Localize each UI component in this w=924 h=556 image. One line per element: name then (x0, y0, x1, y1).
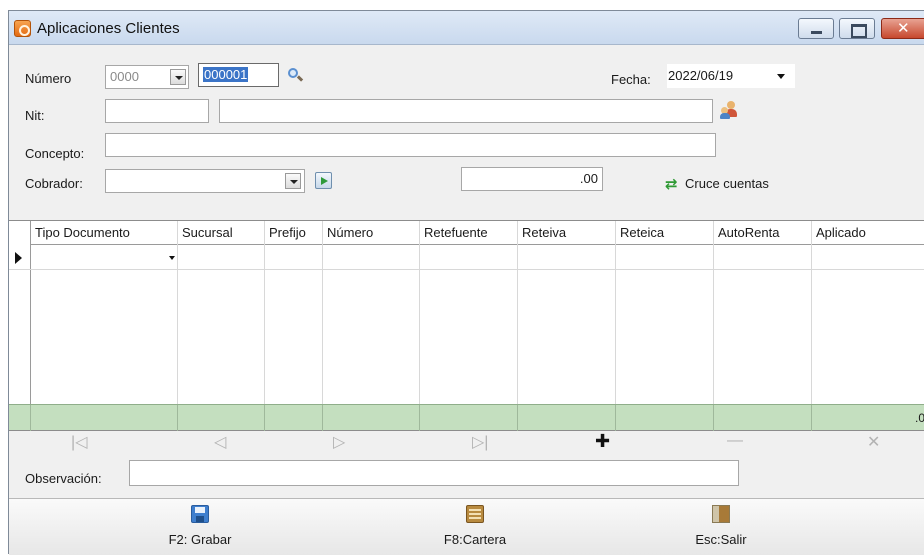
nit-name-input[interactable] (219, 99, 713, 123)
table-row[interactable] (9, 245, 924, 270)
column-header-aplicado[interactable]: Aplicado (812, 221, 924, 245)
exit-label: Esc:Salir (695, 532, 747, 547)
window-title: Aplicaciones Clientes (37, 20, 180, 37)
cancel-edit-icon[interactable]: ✕ (867, 432, 880, 460)
totals-row: .0 (9, 404, 924, 431)
cobrador-combo[interactable] (105, 169, 305, 193)
observacion-input[interactable] (129, 460, 739, 486)
amount-value: .00 (579, 171, 598, 186)
users-icon[interactable] (720, 101, 740, 119)
cartera-button[interactable]: F8:Cartera (420, 499, 530, 556)
export-icon[interactable] (315, 172, 332, 189)
concepto-input[interactable] (105, 133, 716, 157)
numero-prefix-dropdown-icon[interactable] (170, 69, 186, 85)
bottom-toolbar: F2: Grabar F8:Cartera Esc:Salir (9, 498, 924, 555)
observacion-label: Observación: (25, 471, 102, 486)
numero-label: Número (25, 71, 72, 86)
first-record-icon[interactable]: |◁ (71, 432, 87, 460)
cobrador-label: Cobrador: (25, 176, 83, 191)
applications-grid[interactable]: Tipo Documento Sucursal Prefijo Número R… (9, 220, 924, 431)
close-button[interactable] (881, 18, 924, 39)
fecha-label: Fecha: (611, 72, 651, 87)
last-record-icon[interactable]: ▷| (472, 432, 488, 460)
door-icon (712, 505, 730, 523)
cartera-icon (466, 505, 484, 523)
nit-label: Nit: (25, 108, 45, 123)
fecha-picker[interactable]: 2022/06/19 (667, 64, 795, 88)
current-row-icon (15, 252, 22, 264)
minimize-button[interactable] (798, 18, 834, 39)
title-bar[interactable]: Aplicaciones Clientes (9, 11, 924, 45)
numero-value: 000001 (203, 67, 249, 82)
save-icon (191, 505, 209, 523)
fecha-dropdown-icon[interactable] (777, 74, 785, 79)
app-icon (14, 20, 31, 37)
concepto-label: Concepto: (25, 146, 85, 161)
exit-button[interactable]: Esc:Salir (666, 499, 776, 556)
amount-field[interactable]: .00 (461, 167, 603, 191)
save-button[interactable]: F2: Grabar (145, 499, 255, 556)
total-aplicado: .0 (914, 411, 924, 425)
delete-record-icon[interactable]: — (727, 432, 743, 460)
numero-input[interactable]: 000001 (198, 63, 279, 87)
cartera-label: F8:Cartera (443, 532, 507, 547)
tipo-documento-dropdown-icon[interactable] (169, 256, 175, 260)
aplicaciones-window: Aplicaciones Clientes Número 0000 000001… (8, 10, 924, 555)
numero-prefix-value: 0000 (110, 69, 139, 84)
nit-input[interactable] (105, 99, 209, 123)
search-icon[interactable] (287, 67, 304, 83)
next-record-icon[interactable]: ▷ (333, 432, 345, 460)
cobrador-dropdown-icon[interactable] (285, 173, 301, 189)
add-record-icon[interactable]: ✚ (595, 431, 610, 459)
save-label: F2: Grabar (168, 532, 232, 547)
maximize-button[interactable] (839, 18, 875, 39)
cruce-cuentas-link[interactable]: Cruce cuentas (685, 176, 769, 191)
fecha-value: 2022/06/19 (668, 68, 734, 83)
prev-record-icon[interactable]: ◁ (214, 432, 226, 460)
cruce-icon[interactable] (665, 175, 679, 193)
